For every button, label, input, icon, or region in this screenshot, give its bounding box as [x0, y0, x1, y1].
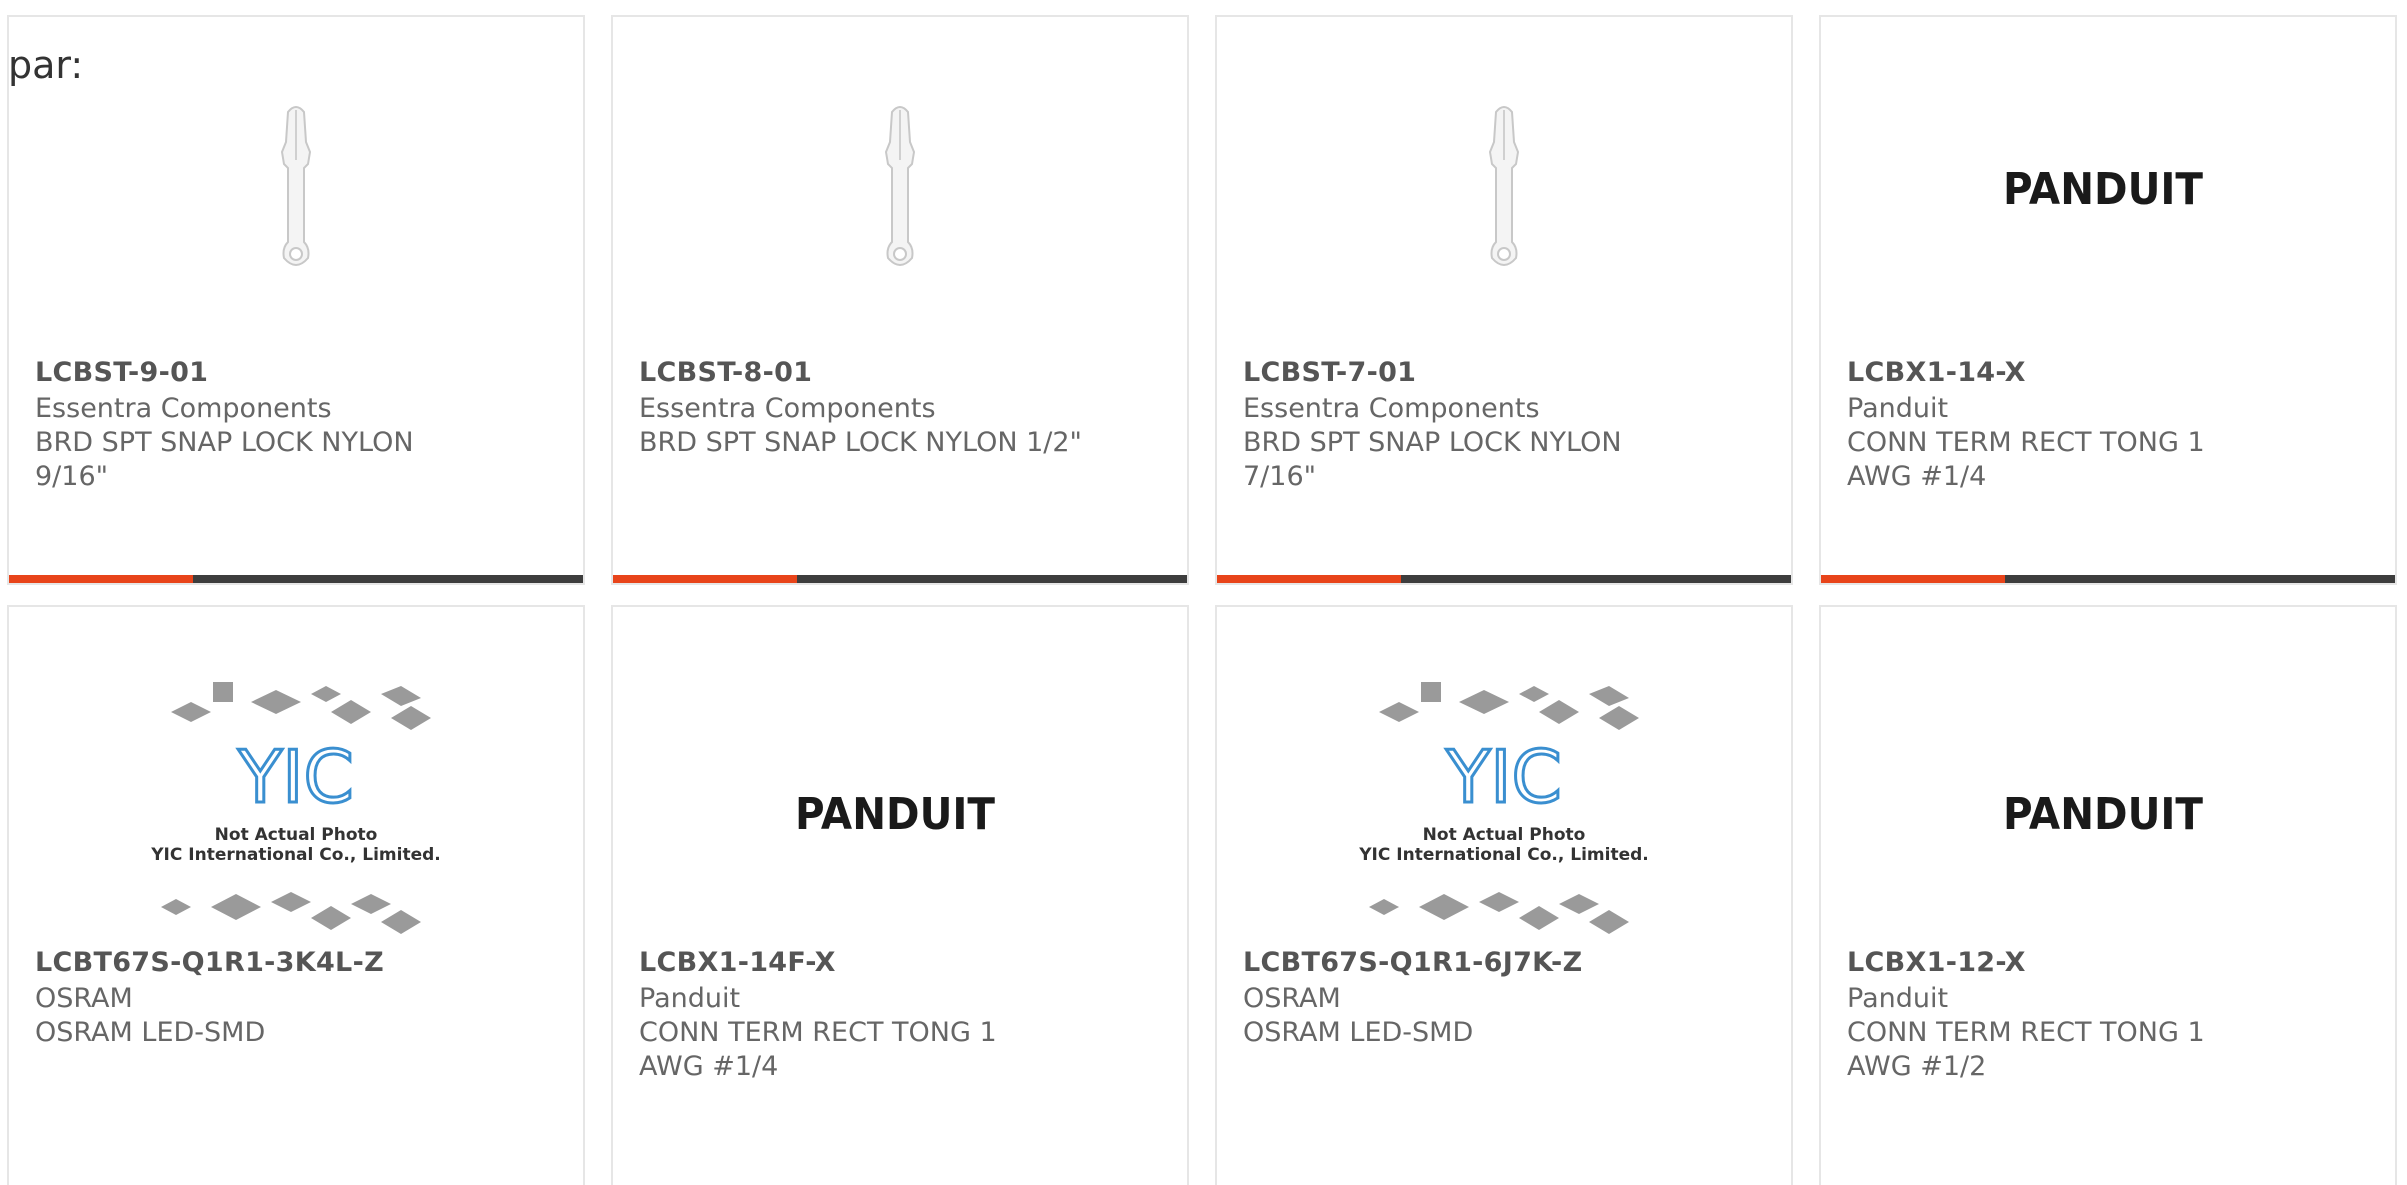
description: BRD SPT SNAP LOCK NYLON 1/2" [639, 427, 1082, 458]
product-image[interactable]: YIC Not Actual Photo YIC International C… [1217, 667, 1791, 957]
card-bar [1821, 575, 2395, 583]
manufacturer: OSRAM [1243, 983, 1341, 1014]
product-image[interactable]: PANDUIT [1821, 667, 2395, 957]
product-image[interactable]: YIC Not Actual Photo YIC International C… [9, 667, 583, 957]
manufacturer: Panduit [1847, 983, 1949, 1014]
product-card[interactable]: YIC Not Actual Photo YIC International C… [7, 605, 585, 1185]
svg-text:PANDUIT: PANDUIT [795, 789, 995, 837]
card-bar [9, 575, 583, 583]
manufacturer: Panduit [639, 983, 741, 1014]
product-image[interactable]: PANDUIT [613, 667, 1187, 957]
panduit-logo: PANDUIT [2003, 164, 2203, 212]
card-bar [1217, 575, 1791, 583]
svg-text:PANDUIT: PANDUIT [2003, 164, 2203, 212]
part-number[interactable]: LCBT67S-Q1R1-3K4L-Z [35, 947, 563, 978]
part-number[interactable]: LCBST-8-01 [639, 357, 1167, 388]
part-number[interactable]: LCBT67S-Q1R1-6J7K-Z [1243, 947, 1771, 978]
manufacturer: Essentra Components [1243, 393, 1540, 424]
description: CONN TERM RECT TONG 1 AWG #1/4 [639, 1017, 997, 1082]
description: CONN TERM RECT TONG 1 AWG #1/4 [1847, 427, 2205, 492]
part-number[interactable]: LCBST-9-01 [35, 357, 563, 388]
product-card[interactable]: PANDUIT LCBX1-12-X Panduit CONN TERM REC… [1819, 605, 2397, 1185]
svg-text:Not Actual Photo: Not Actual Photo [1423, 825, 1586, 845]
standoff-icon [1488, 106, 1520, 266]
panduit-logo: PANDUIT [795, 789, 995, 837]
part-number[interactable]: LCBST-7-01 [1243, 357, 1771, 388]
part-number[interactable]: LCBX1-12-X [1847, 947, 2375, 978]
description: BRD SPT SNAP LOCK NYLON 9/16" [35, 427, 414, 492]
svg-text:Not Actual Photo: Not Actual Photo [215, 825, 378, 845]
manufacturer: Panduit [1847, 393, 1949, 424]
page-label: par: [8, 43, 84, 87]
manufacturer: Essentra Components [35, 393, 332, 424]
product-image[interactable] [9, 57, 583, 317]
product-card[interactable]: PANDUIT LCBX1-14F-X Panduit CONN TERM RE… [611, 605, 1189, 1185]
product-card[interactable]: LCBST-8-01 Essentra Components BRD SPT S… [611, 15, 1189, 585]
card-bar [613, 575, 1187, 583]
product-image[interactable] [1217, 57, 1791, 317]
description: CONN TERM RECT TONG 1 AWG #1/2 [1847, 1017, 2205, 1082]
product-image[interactable]: PANDUIT [1821, 57, 2395, 317]
description: OSRAM LED-SMD [1243, 1017, 1474, 1048]
part-number[interactable]: LCBX1-14-X [1847, 357, 2375, 388]
yic-placeholder-image: YIC Not Actual Photo YIC International C… [1359, 682, 1649, 934]
svg-text:YIC: YIC [237, 735, 354, 819]
product-card[interactable]: LCBST-9-01 Essentra Components BRD SPT S… [7, 15, 585, 585]
manufacturer: Essentra Components [639, 393, 936, 424]
product-card[interactable]: LCBST-7-01 Essentra Components BRD SPT S… [1215, 15, 1793, 585]
description: OSRAM LED-SMD [35, 1017, 266, 1048]
svg-text:YIC: YIC [1445, 735, 1562, 819]
product-image[interactable] [613, 57, 1187, 317]
product-card[interactable]: YIC Not Actual Photo YIC International C… [1215, 605, 1793, 1185]
standoff-icon [280, 106, 312, 266]
svg-text:YIC International Co., Limited: YIC International Co., Limited. [1359, 845, 1649, 865]
standoff-icon [884, 106, 916, 266]
svg-text:YIC International Co., Limited: YIC International Co., Limited. [151, 845, 441, 865]
part-number[interactable]: LCBX1-14F-X [639, 947, 1167, 978]
yic-placeholder-image: YIC Not Actual Photo YIC International C… [151, 682, 441, 934]
product-card[interactable]: PANDUIT LCBX1-14-X Panduit CONN TERM REC… [1819, 15, 2397, 585]
panduit-logo: PANDUIT [2003, 789, 2203, 837]
svg-text:PANDUIT: PANDUIT [2003, 789, 2203, 837]
description: BRD SPT SNAP LOCK NYLON 7/16" [1243, 427, 1622, 492]
manufacturer: OSRAM [35, 983, 133, 1014]
